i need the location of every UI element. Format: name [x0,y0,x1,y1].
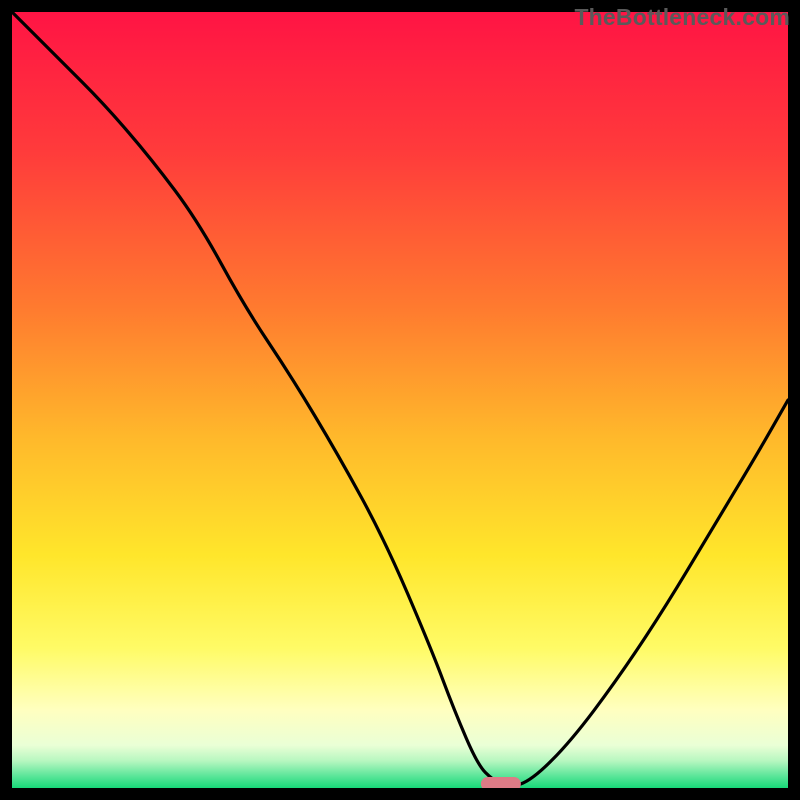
bottleneck-chart [12,12,788,788]
chart-frame: TheBottleneck.com [0,0,800,800]
gradient-background [12,12,788,788]
watermark-text: TheBottleneck.com [574,4,790,31]
optimal-marker [481,777,521,788]
